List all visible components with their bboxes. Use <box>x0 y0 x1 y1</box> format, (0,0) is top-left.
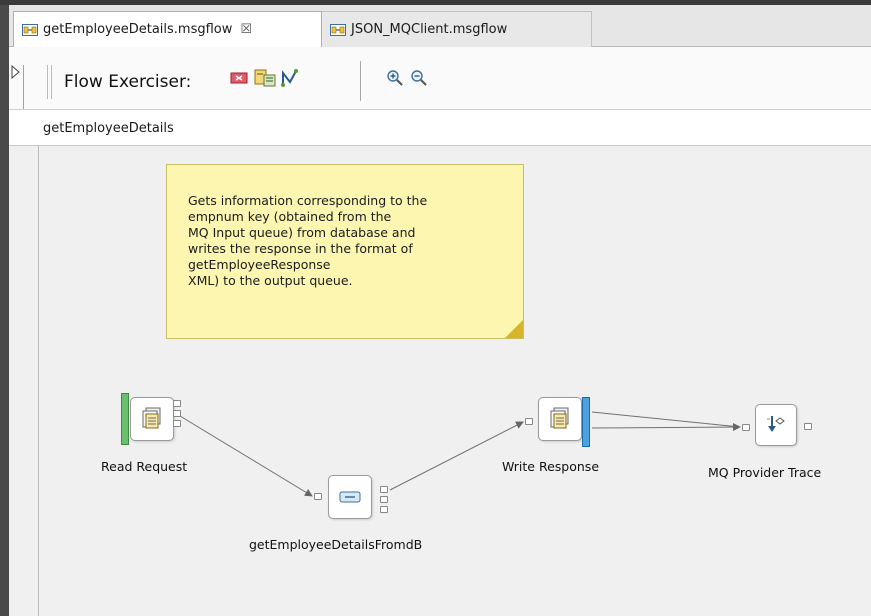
view-recorded-message-button[interactable] <box>254 67 276 89</box>
node-read-request[interactable] <box>130 397 174 441</box>
output-terminal[interactable] <box>173 400 181 407</box>
node-label-read-request: Read Request <box>101 459 188 474</box>
node-get-employee-details[interactable] <box>328 475 372 519</box>
stop-recording-icon <box>230 72 248 84</box>
toolbar-separator <box>360 61 361 101</box>
send-message-icon <box>281 69 298 87</box>
flow-toolbar: Flow Exerciser: <box>9 47 871 110</box>
toolbar-grip <box>47 65 52 99</box>
canvas-ruler <box>9 146 39 616</box>
flow-name-label: getEmployeeDetails <box>43 121 174 136</box>
tab-label: getEmployeeDetails.msgflow <box>43 22 233 37</box>
msgflow-file-icon <box>330 23 346 36</box>
window-left-edge <box>0 5 9 616</box>
input-node-bar <box>121 393 129 445</box>
tab-JSON_MQClient[interactable]: JSON_MQClient.msgflow <box>322 11 592 47</box>
node-label-write-response: Write Response <box>502 459 600 474</box>
tab-getEmployeeDetails[interactable]: getEmployeeDetails.msgflow ☒ <box>13 11 322 47</box>
trace-icon <box>767 416 785 432</box>
msgflow-file-icon <box>22 23 38 36</box>
mq-output-icon <box>550 407 569 429</box>
output-terminal[interactable] <box>380 486 388 493</box>
chevron-right-icon <box>11 65 20 79</box>
input-terminal[interactable] <box>314 493 322 500</box>
note-fold-corner <box>505 320 523 338</box>
zoom-in-button[interactable] <box>384 67 406 89</box>
node-write-response[interactable] <box>538 397 582 441</box>
breadcrumb: getEmployeeDetails <box>9 110 871 146</box>
editor-tab-bar: getEmployeeDetails.msgflow ☒ JSON_MQClie… <box>9 5 871 47</box>
palette-expander[interactable] <box>9 65 24 109</box>
output-terminal[interactable] <box>804 423 812 430</box>
zoom-in-icon <box>387 70 403 86</box>
output-terminal[interactable] <box>173 410 181 417</box>
input-terminal[interactable] <box>525 418 533 425</box>
node-label-mq-provider-trace: MQ Provider Trace <box>708 465 822 480</box>
view-recorded-message-icon <box>254 69 276 87</box>
output-terminal[interactable] <box>173 420 181 427</box>
send-message-button[interactable] <box>279 67 301 89</box>
compute-icon <box>339 491 361 503</box>
input-terminal[interactable] <box>742 424 750 431</box>
output-node-bar <box>582 397 590 447</box>
zoom-out-button[interactable] <box>408 67 430 89</box>
note-text: Gets information corresponding to the em… <box>188 193 428 288</box>
output-terminal[interactable] <box>380 506 388 513</box>
node-mq-provider-trace[interactable] <box>755 404 797 446</box>
zoom-out-icon <box>411 70 427 86</box>
node-label-get-employee-details: getEmployeeDetailsFromdB <box>249 537 423 552</box>
mq-input-icon <box>142 407 161 429</box>
stop-recording-button[interactable] <box>228 67 250 89</box>
output-terminal[interactable] <box>380 496 388 503</box>
flow-exerciser-label: Flow Exerciser: <box>64 72 192 92</box>
sticky-note[interactable]: Gets information corresponding to the em… <box>166 164 524 339</box>
tab-label: JSON_MQClient.msgflow <box>351 22 508 37</box>
close-tab-icon[interactable]: ☒ <box>240 22 252 37</box>
editor-window: getEmployeeDetails.msgflow ☒ JSON_MQClie… <box>0 0 871 616</box>
